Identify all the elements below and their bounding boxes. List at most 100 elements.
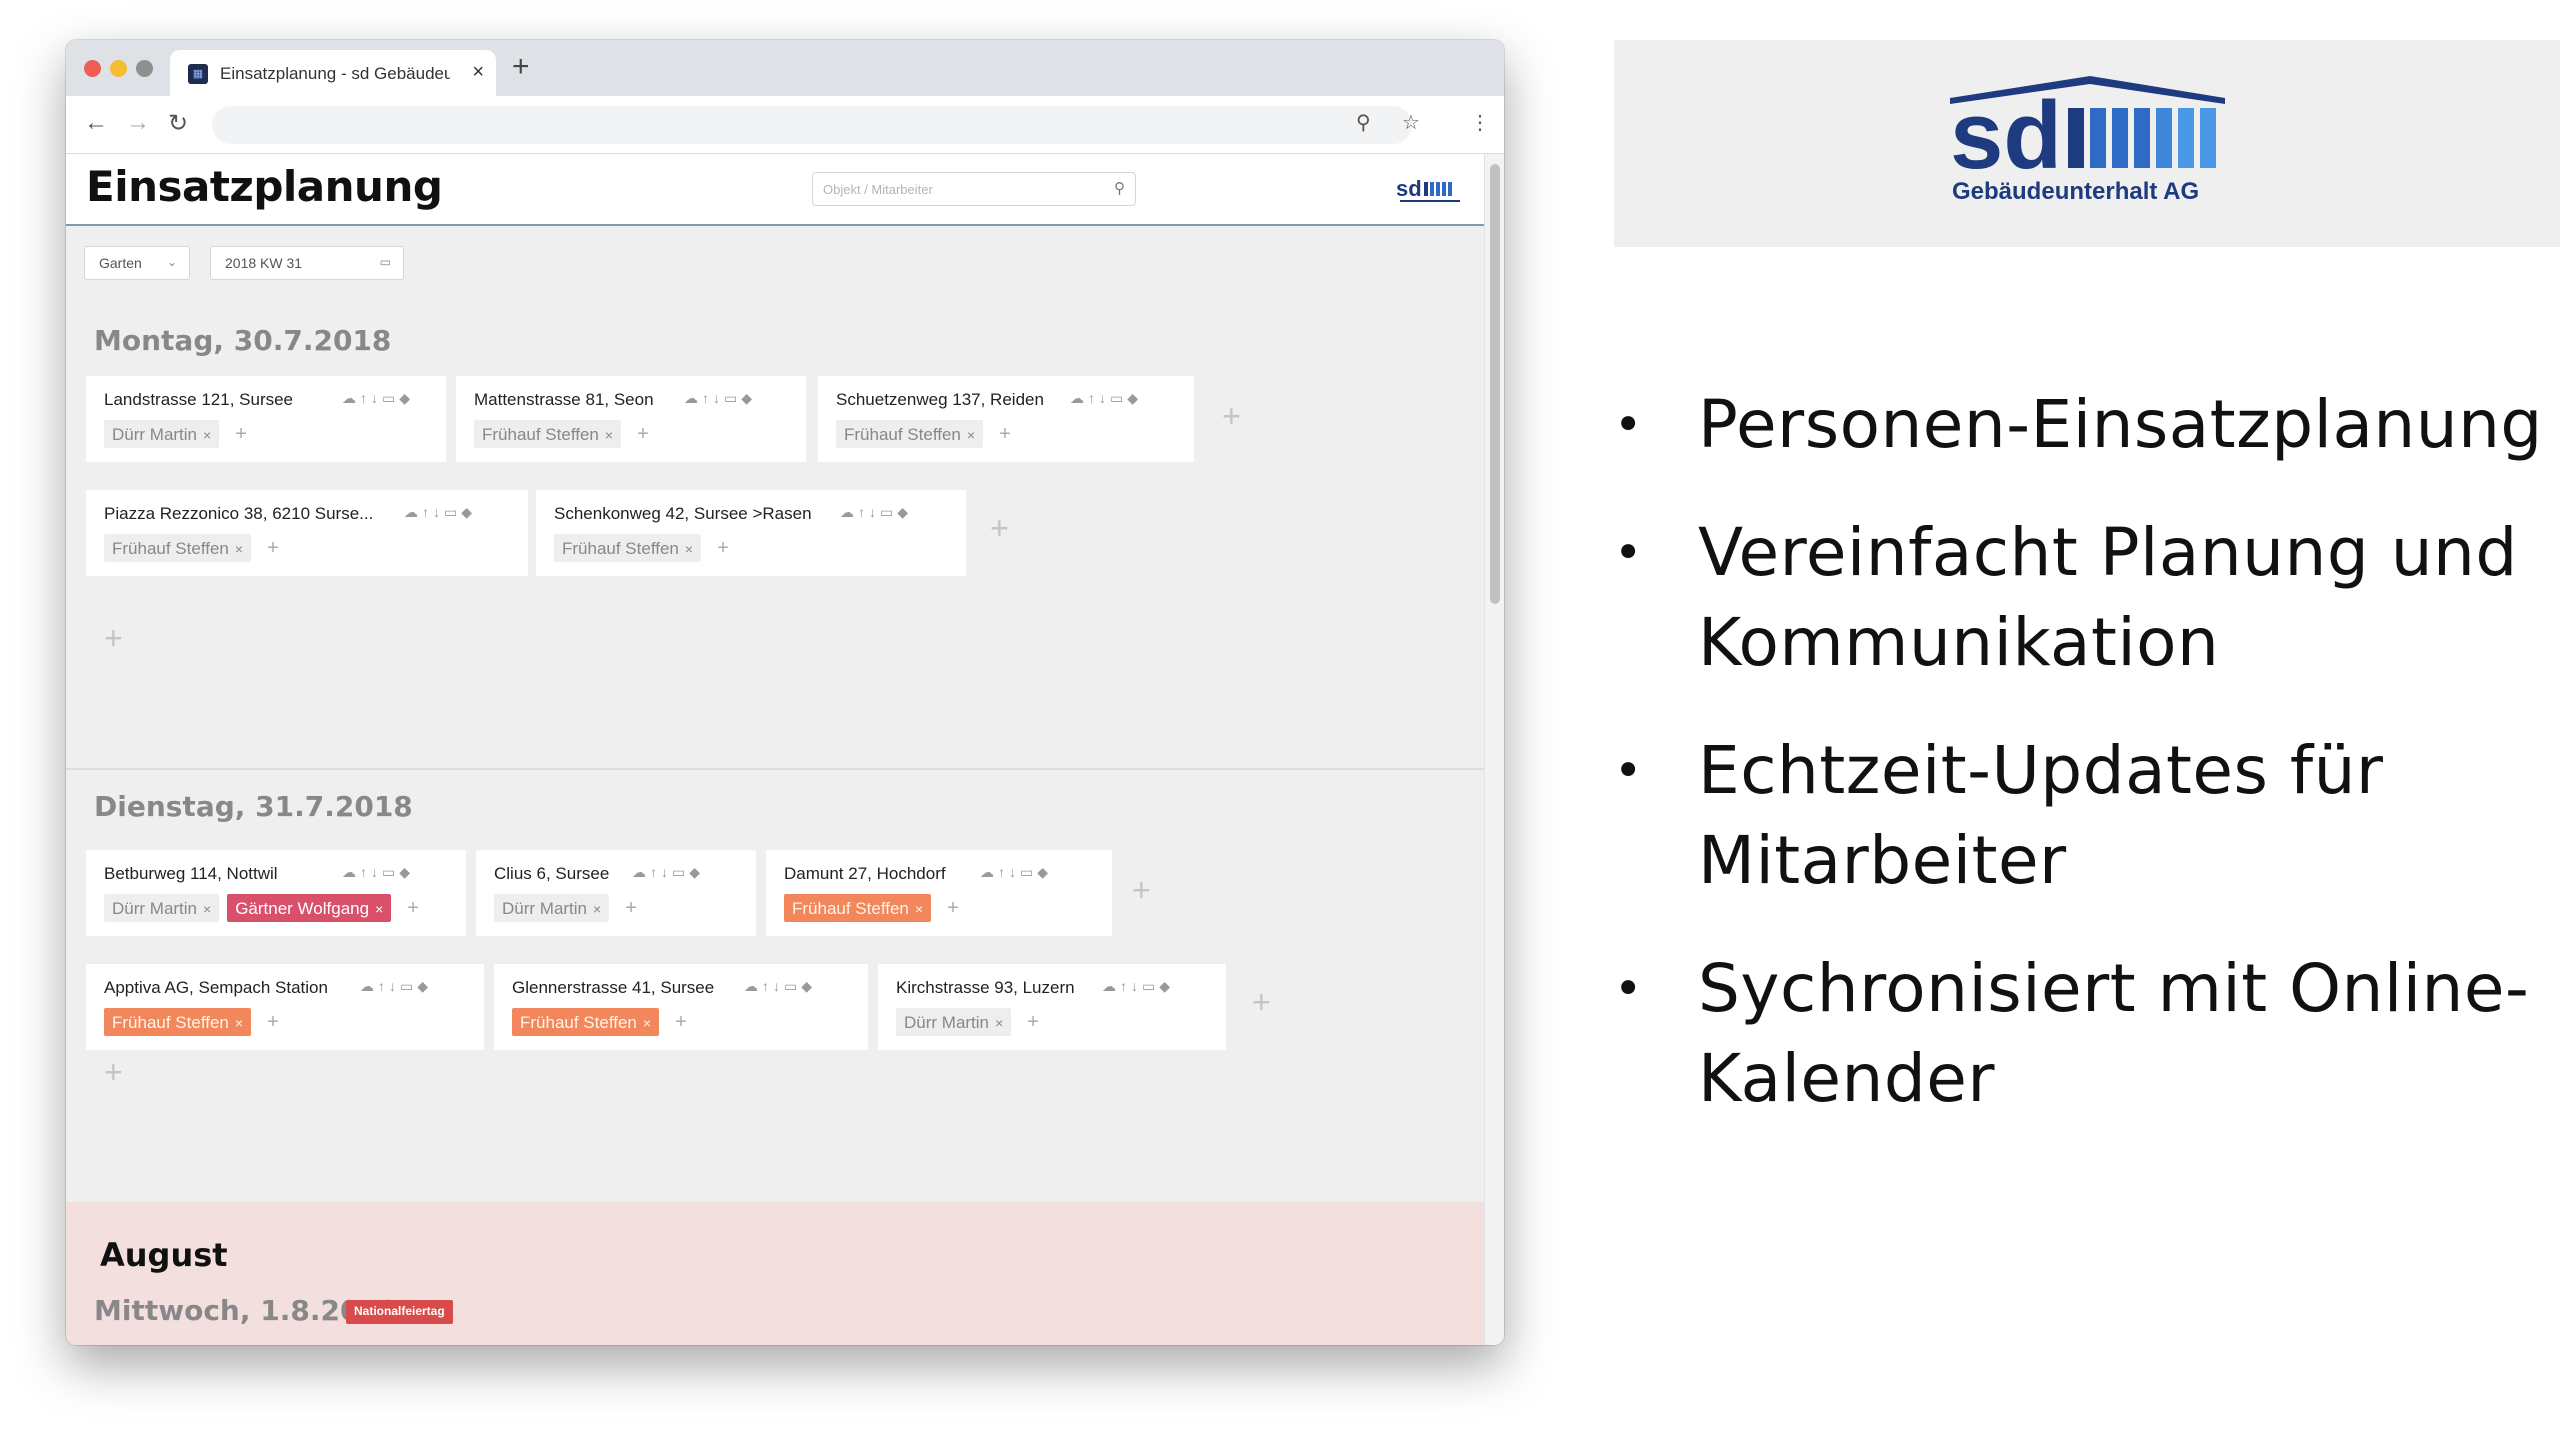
feature-text: Echtzeit-Updates für Mitarbeiter <box>1698 732 2384 899</box>
remove-icon[interactable]: × <box>235 541 243 557</box>
address-bar[interactable] <box>212 106 1412 144</box>
card-actions-icons[interactable]: ☁↑↓▭◆ <box>342 864 414 881</box>
remove-icon[interactable]: × <box>375 901 383 917</box>
add-employee-button[interactable]: + <box>675 1011 687 1034</box>
zoom-icon[interactable]: ⚲ <box>1356 110 1371 135</box>
category-dropdown[interactable]: Garten ⌄ <box>84 246 190 280</box>
search-box[interactable]: ⚲ <box>812 172 1136 206</box>
card-actions-icons[interactable]: ☁↑↓▭◆ <box>684 390 756 407</box>
assignment-card[interactable]: Clius 6, Sursee ☁↑↓▭◆ Dürr Martin × + <box>476 850 756 936</box>
week-picker[interactable]: 2018 KW 31 ▭ <box>210 246 404 280</box>
logo-mark: sd <box>1950 82 2062 176</box>
card-actions-icons[interactable]: ☁↑↓▭◆ <box>342 390 414 407</box>
feature-item: • Personen-Einsatzplanung <box>1614 380 2560 470</box>
calendar-icon: ▭ <box>379 255 391 269</box>
assignment-card[interactable]: Kirchstrasse 93, Luzern ☁↑↓▭◆ Dürr Marti… <box>878 964 1226 1050</box>
employee-chip[interactable]: Dürr Martin × <box>104 420 220 448</box>
add-employee-button[interactable]: + <box>235 423 247 446</box>
tab-title: Einsatzplanung - sd Gebäudeu <box>220 64 450 83</box>
employee-chip[interactable]: Frühauf Steffen × <box>554 534 702 562</box>
assignment-card[interactable]: Mattenstrasse 81, Seon ☁↑↓▭◆ Frühauf Ste… <box>456 376 806 462</box>
add-card-button[interactable]: + <box>1222 398 1241 435</box>
category-dropdown-value: Garten <box>99 255 142 271</box>
employee-chip[interactable]: Frühauf Steffen × <box>836 420 984 448</box>
card-actions-icons[interactable]: ☁↑↓▭◆ <box>632 864 704 881</box>
slide: ▦ Einsatzplanung - sd Gebäudeu × + ← → ↻… <box>0 0 2560 1435</box>
employee-chip[interactable]: Frühauf Steffen × <box>474 420 622 448</box>
card-actions-icons[interactable]: ☁↑↓▭◆ <box>404 504 476 521</box>
employee-chip[interactable]: Frühauf Steffen × <box>784 894 932 922</box>
zoom-window-button[interactable] <box>136 60 153 77</box>
assignment-card[interactable]: Damunt 27, Hochdorf ☁↑↓▭◆ Frühauf Steffe… <box>766 850 1112 936</box>
remove-icon[interactable]: × <box>995 1015 1003 1031</box>
reload-icon[interactable]: ↻ <box>168 109 188 138</box>
remove-icon[interactable]: × <box>967 427 975 443</box>
tab-close-icon[interactable]: × <box>472 61 484 84</box>
employee-chip[interactable]: Gärtner Wolfgang × <box>227 894 392 922</box>
browser-window: ▦ Einsatzplanung - sd Gebäudeu × + ← → ↻… <box>66 40 1504 1345</box>
day-heading: Dienstag, 31.7.2018 <box>94 790 413 823</box>
assignment-card[interactable]: Schuetzenweg 137, Reiden ☁↑↓▭◆ Frühauf S… <box>818 376 1194 462</box>
employee-chip[interactable]: Dürr Martin × <box>494 894 610 922</box>
add-employee-button[interactable]: + <box>625 897 637 920</box>
add-employee-button[interactable]: + <box>637 423 649 446</box>
add-row-button[interactable]: + <box>104 620 123 657</box>
assignment-card[interactable]: Schenkonweg 42, Sursee >Rasen ☁↑↓▭◆ Früh… <box>536 490 966 576</box>
assignment-card[interactable]: Apptiva AG, Sempach Station ☁↑↓▭◆ Frühau… <box>86 964 484 1050</box>
card-title: Clius 6, Sursee <box>494 864 610 883</box>
forward-icon[interactable]: → <box>126 109 150 137</box>
add-card-button[interactable]: + <box>1252 984 1271 1021</box>
minimize-window-button[interactable] <box>110 60 127 77</box>
add-row-button[interactable]: + <box>104 1054 123 1091</box>
chip-label: Dürr Martin <box>112 899 198 918</box>
card-actions-icons[interactable]: ☁↑↓▭◆ <box>1102 978 1174 995</box>
scrollbar[interactable] <box>1484 154 1504 1345</box>
favicon-icon: ▦ <box>188 64 208 84</box>
feature-item: • Sychronisiert mit Online-Kalender <box>1614 944 2560 1124</box>
add-employee-button[interactable]: + <box>947 897 959 920</box>
employee-chip[interactable]: Dürr Martin × <box>104 894 220 922</box>
remove-icon[interactable]: × <box>643 1015 651 1031</box>
menu-kebab-icon[interactable]: ⋮ <box>1470 110 1490 135</box>
add-employee-button[interactable]: + <box>717 537 729 560</box>
add-employee-button[interactable]: + <box>267 1011 279 1034</box>
feature-text: Vereinfacht Planung und Kommunikation <box>1698 514 2518 681</box>
add-card-button[interactable]: + <box>990 510 1009 547</box>
card-actions-icons[interactable]: ☁↑↓▭◆ <box>744 978 816 995</box>
card-actions-icons[interactable]: ☁↑↓▭◆ <box>980 864 1052 881</box>
remove-icon[interactable]: × <box>605 427 613 443</box>
app-header: Einsatzplanung ⚲ sd <box>66 154 1484 226</box>
add-card-button[interactable]: + <box>1132 872 1151 909</box>
card-actions-icons[interactable]: ☁↑↓▭◆ <box>1070 390 1142 407</box>
browser-toolbar: ← → ↻ ⚲ ☆ ⋮ <box>66 96 1504 154</box>
add-employee-button[interactable]: + <box>407 897 419 920</box>
browser-tab[interactable]: ▦ Einsatzplanung - sd Gebäudeu × <box>170 50 496 96</box>
card-title: Kirchstrasse 93, Luzern <box>896 978 1075 997</box>
add-employee-button[interactable]: + <box>1027 1011 1039 1034</box>
remove-icon[interactable]: × <box>915 901 923 917</box>
scrollbar-thumb[interactable] <box>1490 164 1500 604</box>
employee-chip[interactable]: Frühauf Steffen × <box>512 1008 660 1036</box>
assignment-card[interactable]: Piazza Rezzonico 38, 6210 Surse... ☁↑↓▭◆… <box>86 490 528 576</box>
back-icon[interactable]: ← <box>84 109 108 137</box>
new-tab-button[interactable]: + <box>512 50 530 84</box>
remove-icon[interactable]: × <box>203 901 211 917</box>
bullet-icon: • <box>1614 961 1643 1017</box>
remove-icon[interactable]: × <box>685 541 693 557</box>
close-window-button[interactable] <box>84 60 101 77</box>
assignment-card[interactable]: Landstrasse 121, Sursee ☁↑↓▭◆ Dürr Marti… <box>86 376 446 462</box>
search-input[interactable] <box>823 179 1093 199</box>
bookmark-star-icon[interactable]: ☆ <box>1402 110 1420 135</box>
remove-icon[interactable]: × <box>593 901 601 917</box>
remove-icon[interactable]: × <box>203 427 211 443</box>
employee-chip[interactable]: Frühauf Steffen × <box>104 1008 252 1036</box>
employee-chip[interactable]: Frühauf Steffen × <box>104 534 252 562</box>
employee-chip[interactable]: Dürr Martin × <box>896 1008 1012 1036</box>
remove-icon[interactable]: × <box>235 1015 243 1031</box>
assignment-card[interactable]: Glennerstrasse 41, Sursee ☁↑↓▭◆ Frühauf … <box>494 964 868 1050</box>
add-employee-button[interactable]: + <box>999 423 1011 446</box>
card-actions-icons[interactable]: ☁↑↓▭◆ <box>840 504 912 521</box>
add-employee-button[interactable]: + <box>267 537 279 560</box>
card-actions-icons[interactable]: ☁↑↓▭◆ <box>360 978 432 995</box>
assignment-card[interactable]: Betburweg 114, Nottwil ☁↑↓▭◆ Dürr Martin… <box>86 850 466 936</box>
